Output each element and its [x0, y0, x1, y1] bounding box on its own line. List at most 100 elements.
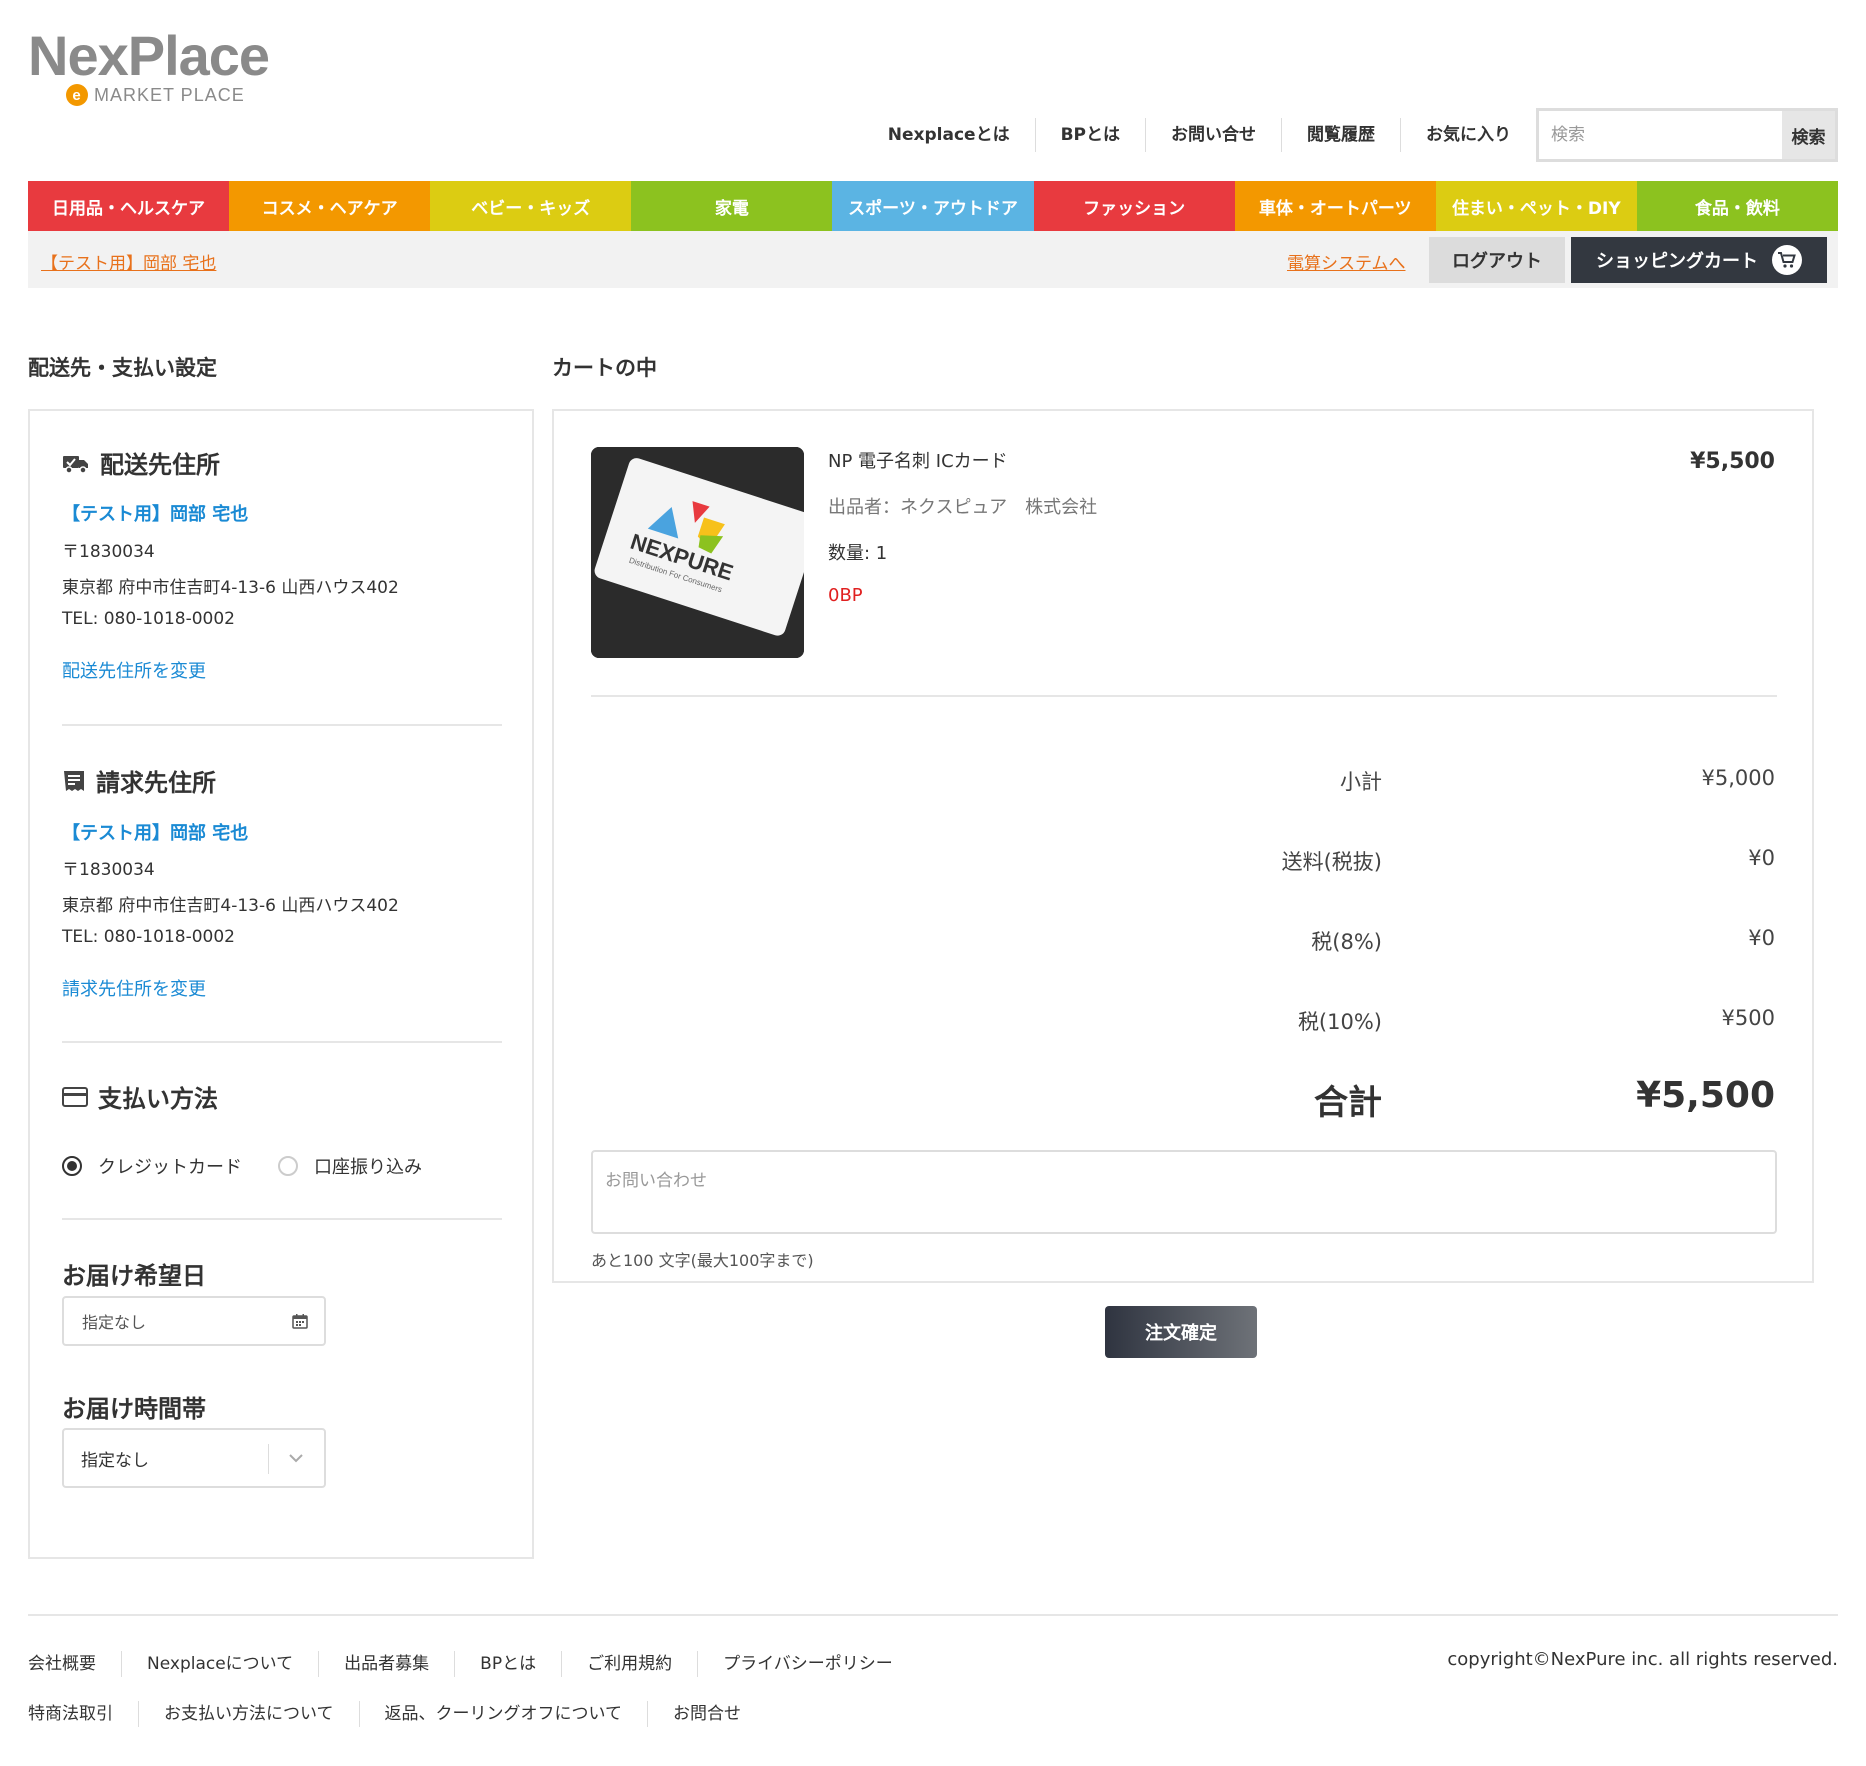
inquiry-textarea[interactable] — [591, 1150, 1777, 1234]
search-button[interactable]: 検索 — [1782, 111, 1835, 159]
billing-address: 東京都 府中市住吉町4-13-6 山西ハウス402 — [62, 896, 399, 916]
footer-commercial-law[interactable]: 特商法取引 — [28, 1701, 139, 1727]
total-label: 合計 — [1314, 1083, 1382, 1123]
payment-heading-text: 支払い方法 — [98, 1085, 218, 1113]
bank-transfer-label[interactable]: 口座振り込み — [314, 1153, 422, 1179]
receipt-icon — [64, 770, 84, 791]
product-seller: 出品者：ネクスピュア 株式会社 — [828, 497, 1098, 518]
billing-heading-text: 請求先住所 — [96, 769, 216, 797]
select-divider — [268, 1444, 269, 1474]
logo-subtitle-text: MARKET PLACE — [94, 84, 245, 105]
page: NexPlace e MARKET PLACE Nexplaceとは BPとは … — [0, 0, 1866, 1766]
shipping-heading: 配送先住所 — [62, 445, 220, 480]
footer-company[interactable]: 会社概要 — [28, 1651, 122, 1677]
footer-returns[interactable]: 返品、クーリングオフについて — [360, 1701, 648, 1727]
change-shipping-link[interactable]: 配送先住所を変更 — [62, 657, 206, 683]
tax8-label: 税(8%) — [1311, 930, 1382, 954]
category-fashion[interactable]: ファッション — [1033, 181, 1235, 231]
footer-about-nexplace[interactable]: Nexplaceについて — [122, 1651, 320, 1677]
chevron-down-icon — [289, 1454, 303, 1463]
category-cosme-haircare[interactable]: コスメ・ヘアケア — [229, 181, 431, 231]
char-count: あと100 文字(最大100字まで) — [591, 1251, 814, 1270]
user-name-link[interactable]: 【テスト用】岡部 宅也 — [41, 249, 216, 274]
footer-about-bp[interactable]: BPとは — [455, 1651, 563, 1677]
shipping-name: 【テスト用】岡部 宅也 — [62, 504, 249, 525]
logout-button[interactable]: ログアウト — [1429, 237, 1565, 283]
delivery-date-label: お届け希望日 — [62, 1262, 206, 1290]
category-daily-health[interactable]: 日用品・ヘルスケア — [28, 181, 230, 231]
shopping-cart-button[interactable]: ショッピングカート — [1571, 237, 1827, 283]
footer-payment-methods[interactable]: お支払い方法について — [139, 1701, 360, 1727]
denzan-system-link[interactable]: 電算システムへ — [1287, 249, 1406, 274]
shopping-cart-label: ショッピングカート — [1596, 251, 1758, 272]
category-home-pet-diy[interactable]: 住まい・ペット・DIY — [1435, 181, 1637, 231]
divider — [591, 695, 1777, 697]
payment-options: クレジットカード 口座振り込み — [62, 1153, 422, 1179]
billing-postal: 〒1830034 — [62, 860, 155, 880]
cart-icon — [1772, 245, 1802, 275]
subtotal-label: 小計 — [1340, 770, 1382, 794]
settings-section-title: 配送先・支払い設定 — [28, 356, 217, 380]
change-billing-link[interactable]: 請求先住所を変更 — [62, 975, 206, 1001]
product-image[interactable]: NEXPURE Distribution For Consumers — [591, 447, 804, 658]
category-appliances[interactable]: 家電 — [631, 181, 833, 231]
nav-history[interactable]: 閲覧履歴 — [1281, 118, 1400, 152]
search-box: 検索 — [1536, 108, 1838, 162]
delivery-time-select[interactable]: 指定なし — [62, 1428, 326, 1488]
product-bp: 0BP — [828, 585, 863, 606]
divider — [62, 1041, 502, 1043]
category-food-drink[interactable]: 食品・飲料 — [1636, 181, 1838, 231]
shipping-fee-value: ¥0 — [1748, 846, 1775, 870]
nav-about-bp[interactable]: BPとは — [1034, 118, 1145, 152]
nav-favorites[interactable]: お気に入り — [1400, 118, 1536, 152]
category-sports-outdoor[interactable]: スポーツ・アウトドア — [832, 181, 1034, 231]
top-nav: Nexplaceとは BPとは お問い合せ 閲覧履歴 お気に入り — [863, 118, 1536, 152]
shipping-fee-label: 送料(税抜) — [1281, 850, 1382, 874]
footer-divider — [28, 1614, 1838, 1616]
footer-seller-recruit[interactable]: 出品者募集 — [319, 1651, 456, 1677]
logo-e-icon: e — [66, 84, 88, 106]
logo-wordmark: NexPlace — [28, 24, 270, 87]
shipping-tel: TEL: 080-1018-0002 — [62, 609, 235, 629]
product-quantity: 数量: 1 — [828, 543, 888, 564]
subtotal-value: ¥5,000 — [1701, 766, 1775, 790]
user-bar: 【テスト用】岡部 宅也 電算システムへ ログアウト ショッピングカート — [28, 231, 1838, 288]
search-input[interactable] — [1539, 111, 1782, 159]
category-bar: 日用品・ヘルスケア コスメ・ヘアケア ベビー・キッズ 家電 スポーツ・アウトドア… — [28, 181, 1838, 231]
footer-terms[interactable]: ご利用規約 — [562, 1651, 699, 1677]
credit-card-icon — [62, 1086, 88, 1107]
tax10-value: ¥500 — [1721, 1006, 1775, 1030]
shipping-address: 東京都 府中市住吉町4-13-6 山西ハウス402 — [62, 578, 399, 598]
product-name[interactable]: NP 電子名刺 ICカード — [828, 447, 1008, 473]
credit-card-label[interactable]: クレジットカード — [98, 1153, 242, 1179]
product-price: ¥5,500 — [1690, 449, 1775, 474]
tax10-label: 税(10%) — [1297, 1010, 1382, 1034]
logo[interactable]: NexPlace e MARKET PLACE — [28, 24, 270, 106]
shipping-heading-text: 配送先住所 — [100, 451, 220, 479]
category-baby-kids[interactable]: ベビー・キッズ — [430, 181, 632, 231]
category-auto-parts[interactable]: 車体・オートパーツ — [1234, 181, 1436, 231]
shipping-postal: 〒1830034 — [62, 542, 155, 562]
nav-about-nexplace[interactable]: Nexplaceとは — [863, 118, 1035, 152]
cart-panel: NEXPURE Distribution For Consumers NP 電子… — [552, 409, 1814, 1283]
cart-section-title: カートの中 — [552, 356, 657, 380]
calendar-icon — [292, 1314, 308, 1329]
footer-privacy[interactable]: プライバシーポリシー — [698, 1651, 918, 1677]
payment-heading: 支払い方法 — [62, 1079, 218, 1114]
nav-contact[interactable]: お問い合せ — [1145, 118, 1281, 152]
bank-transfer-radio[interactable] — [278, 1156, 298, 1176]
confirm-order-button[interactable]: 注文確定 — [1105, 1306, 1257, 1358]
footer-links-row2: 特商法取引 お支払い方法について 返品、クーリングオフについて お問合せ — [28, 1699, 766, 1729]
footer-links-row1: 会社概要 Nexplaceについて 出品者募集 BPとは ご利用規約 プライバシ… — [28, 1649, 918, 1679]
logo-subtitle: e MARKET PLACE — [66, 84, 245, 106]
copyright: copyright©NexPure inc. all rights reserv… — [1447, 1649, 1838, 1670]
billing-heading: 請求先住所 — [62, 763, 216, 798]
delivery-date-value: 指定なし — [82, 1313, 147, 1332]
credit-card-radio[interactable] — [62, 1156, 82, 1176]
truck-icon — [63, 455, 88, 474]
footer-contact[interactable]: お問合せ — [648, 1701, 766, 1727]
billing-name: 【テスト用】岡部 宅也 — [62, 823, 249, 844]
tax8-value: ¥0 — [1748, 926, 1775, 950]
total-value: ¥5,500 — [1636, 1075, 1775, 1116]
delivery-date-input[interactable]: 指定なし — [62, 1296, 326, 1346]
